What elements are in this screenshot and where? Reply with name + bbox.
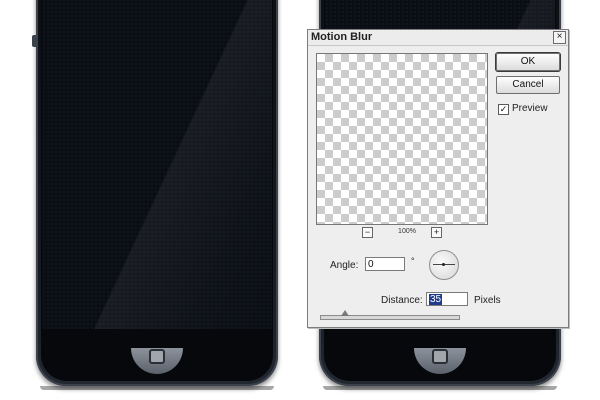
zoom-out-icon[interactable]: −	[362, 227, 373, 238]
pixels-unit-label: Pixels	[474, 295, 501, 306]
angle-label: Angle:	[330, 260, 359, 271]
distance-value: 35	[429, 294, 443, 305]
cancel-button[interactable]: Cancel	[496, 76, 560, 94]
zoom-controls: − 100% +	[316, 227, 488, 239]
zoom-level: 100%	[398, 228, 416, 235]
preview-label: Preview	[512, 103, 548, 114]
phone-shadow	[323, 386, 557, 390]
phone-left	[32, 0, 278, 390]
angle-dial-center	[442, 263, 445, 266]
degree-symbol: °	[411, 256, 415, 266]
close-icon[interactable]: ×	[553, 31, 566, 44]
phone-shadow	[40, 386, 274, 390]
ok-button[interactable]: OK	[496, 53, 560, 71]
distance-slider-thumb[interactable]	[341, 310, 350, 316]
distance-label: Distance:	[381, 295, 423, 306]
angle-input[interactable]: 0	[365, 257, 405, 271]
dialog-title: Motion Blur	[311, 31, 373, 43]
screen-glare	[42, 0, 272, 329]
phone-side-button	[32, 35, 36, 47]
distance-input[interactable]: 35	[426, 292, 468, 306]
blur-preview-canvas[interactable]	[316, 53, 488, 225]
angle-dial-icon[interactable]	[429, 250, 459, 280]
preview-checkbox[interactable]: ✓	[498, 104, 509, 115]
dialog-titlebar[interactable]: Motion Blur ×	[308, 30, 568, 46]
motion-blur-dialog: Motion Blur × − 100% + OK Cancel ✓ Previ…	[307, 29, 569, 328]
home-button-icon	[149, 349, 165, 364]
phone-screen	[42, 0, 272, 329]
zoom-in-icon[interactable]: +	[431, 227, 442, 238]
home-button-icon	[432, 349, 448, 364]
